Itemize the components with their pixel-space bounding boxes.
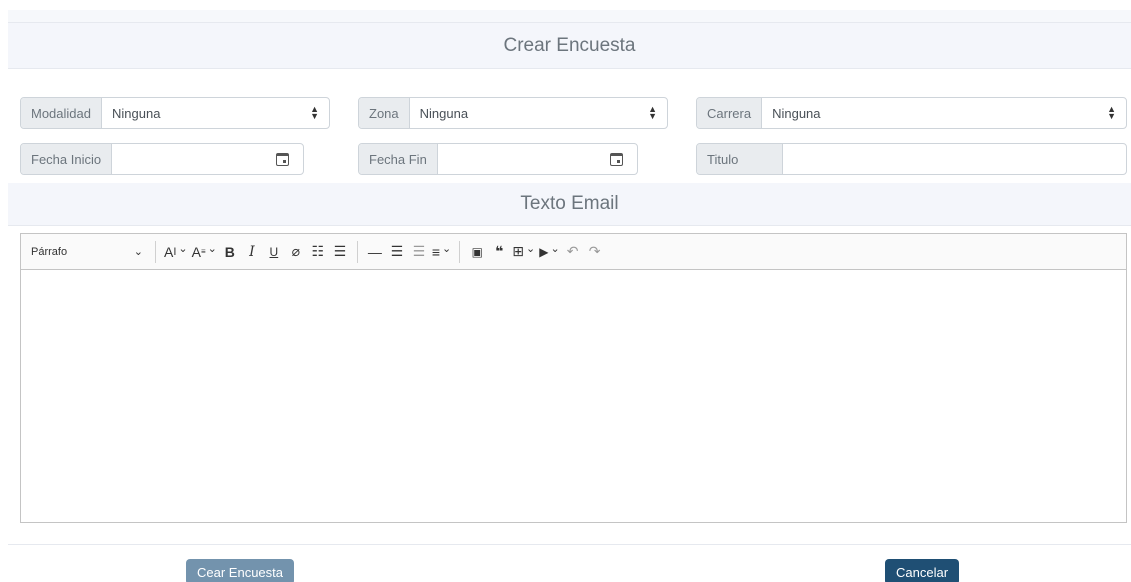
create-survey-button[interactable]: Cear Encuesta	[186, 559, 294, 582]
bold-icon[interactable]: B	[219, 240, 241, 264]
redo-icon[interactable]: ↷	[584, 240, 606, 264]
updown-arrows-icon: ▲ ▼	[310, 104, 319, 121]
zona-label: Zona	[359, 98, 410, 128]
font-size-icon[interactable]: AI	[162, 240, 190, 264]
updown-arrows-icon: ▲ ▼	[648, 104, 657, 121]
titulo-group: Titulo	[696, 143, 1127, 175]
zona-value: Ninguna	[419, 105, 469, 121]
titulo-label: Titulo	[697, 144, 783, 174]
blockquote-icon[interactable]: ❝	[488, 240, 510, 264]
numbered-list-icon[interactable]: ☰	[329, 240, 351, 264]
cancel-button[interactable]: Cancelar	[885, 559, 960, 582]
form-title: Crear Encuesta	[8, 22, 1131, 69]
chevron-down-icon: ⌄	[133, 246, 143, 258]
outdent-icon[interactable]: ☰	[408, 240, 430, 264]
font-family-icon[interactable]: A ≡	[190, 240, 219, 264]
horizontal-line-icon[interactable]: —	[364, 240, 386, 264]
image-icon[interactable]: ▣	[466, 240, 488, 264]
zona-select[interactable]: Ninguna ▲ ▼	[410, 98, 667, 128]
indent-icon[interactable]: ☰	[386, 240, 408, 264]
fecha-fin-input[interactable]	[438, 144, 637, 174]
fecha-inicio-input[interactable]	[112, 144, 303, 174]
titulo-input[interactable]	[783, 144, 1126, 174]
carrera-label: Carrera	[697, 98, 763, 128]
toolbar-separator	[356, 240, 358, 263]
undo-icon[interactable]: ↶	[562, 240, 584, 264]
heading-dropdown-value: Párrafo	[31, 245, 68, 258]
underline-icon[interactable]: U	[263, 240, 285, 264]
fecha-fin-label: Fecha Fin	[359, 144, 438, 174]
bulleted-list-icon[interactable]: ☷	[307, 240, 329, 264]
italic-icon[interactable]: I	[241, 240, 263, 264]
email-section-title: Texto Email	[8, 183, 1131, 226]
toolbar-separator	[155, 240, 156, 263]
heading-dropdown[interactable]: Párrafo ⌄	[31, 245, 149, 259]
carrera-select-group: Carrera Ninguna ▲ ▼	[696, 97, 1127, 129]
modalidad-label: Modalidad	[21, 98, 102, 128]
fecha-fin-group: Fecha Fin	[358, 143, 638, 175]
top-strip	[8, 10, 1131, 22]
carrera-select[interactable]: Ninguna ▲ ▼	[762, 98, 1126, 128]
modalidad-select-group: Modalidad Ninguna ▲ ▼	[20, 97, 330, 129]
link-icon[interactable]: ⌀	[285, 240, 307, 264]
modalidad-value: Ninguna	[112, 105, 161, 121]
zona-select-group: Zona Ninguna ▲ ▼	[358, 97, 668, 129]
modalidad-select[interactable]: Ninguna ▲ ▼	[102, 98, 329, 128]
editor-content-area[interactable]	[21, 270, 1126, 522]
updown-arrows-icon: ▲ ▼	[1107, 104, 1116, 121]
fecha-inicio-group: Fecha Inicio	[20, 143, 304, 175]
toolbar-separator	[459, 240, 461, 263]
email-editor: Párrafo ⌄ AI A≡ B I U ⌀ ☷ ☰ — ☰ ☰ ≡ ▣ ❝ …	[20, 233, 1127, 523]
email-section-title-text: Texto Email	[520, 193, 619, 214]
footer-divider	[8, 544, 1131, 545]
editor-toolbar: Párrafo ⌄ AI A≡ B I U ⌀ ☷ ☰ — ☰ ☰ ≡ ▣ ❝ …	[21, 234, 1126, 270]
form-title-text: Crear Encuesta	[503, 34, 636, 56]
media-icon[interactable]: ▶	[537, 240, 561, 264]
fecha-inicio-label: Fecha Inicio	[21, 144, 113, 174]
calendar-icon[interactable]	[610, 152, 623, 166]
alignment-icon[interactable]: ≡	[430, 240, 453, 264]
calendar-icon[interactable]	[276, 152, 289, 166]
table-icon[interactable]: ⊞	[510, 240, 537, 264]
carrera-value: Ninguna	[772, 105, 821, 121]
